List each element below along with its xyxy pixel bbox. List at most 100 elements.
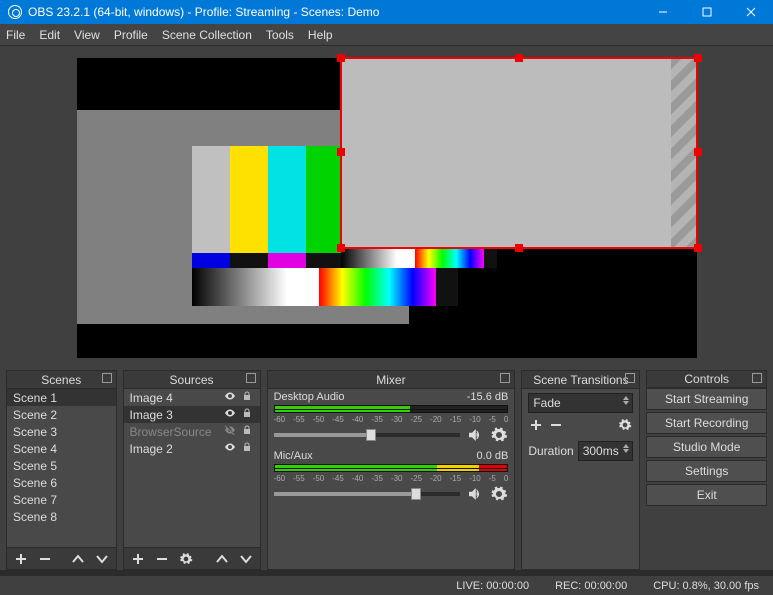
selection-handle[interactable] <box>694 244 702 252</box>
move-up-icon[interactable] <box>214 551 230 567</box>
settings-button[interactable]: Settings <box>646 460 767 482</box>
close-button[interactable] <box>729 0 773 24</box>
selection-handle[interactable] <box>337 244 345 252</box>
speaker-icon[interactable] <box>466 485 484 503</box>
volume-slider[interactable] <box>274 492 461 496</box>
source-item[interactable]: Image 2 <box>124 440 260 457</box>
popout-icon[interactable] <box>102 373 112 383</box>
menubar: File Edit View Profile Scene Collection … <box>0 24 773 46</box>
add-icon[interactable] <box>528 417 544 433</box>
menu-view[interactable]: View <box>74 28 100 42</box>
scene-item[interactable]: Scene 6 <box>7 474 116 491</box>
lock-icon[interactable] <box>240 424 254 439</box>
selection-handle[interactable] <box>337 148 345 156</box>
move-down-icon[interactable] <box>238 551 254 567</box>
scene-item[interactable]: Scene 5 <box>7 457 116 474</box>
scenes-list[interactable]: Scene 1Scene 2Scene 3Scene 4Scene 5Scene… <box>7 389 116 547</box>
add-icon[interactable] <box>13 551 29 567</box>
maximize-button[interactable] <box>685 0 729 24</box>
scene-item[interactable]: Scene 8 <box>7 508 116 525</box>
controls-header: Controls <box>646 370 767 388</box>
audio-meter <box>274 405 509 413</box>
transitions-header: Scene Transitions <box>522 371 639 389</box>
mixer-list: Desktop Audio-15.6 dB -60-55-50-45-40-35… <box>268 389 515 569</box>
move-down-icon[interactable] <box>94 551 110 567</box>
status-rec: REC: 00:00:00 <box>555 580 627 592</box>
popout-icon[interactable] <box>625 373 635 383</box>
popout-icon[interactable] <box>246 373 256 383</box>
visibility-toggle-icon[interactable] <box>223 390 237 405</box>
menu-edit[interactable]: Edit <box>39 28 60 42</box>
status-live: LIVE: 00:00:00 <box>456 580 529 592</box>
scenes-panel: Scenes Scene 1Scene 2Scene 3Scene 4Scene… <box>6 370 117 570</box>
mixer-channel: Desktop Audio-15.6 dB -60-55-50-45-40-35… <box>268 389 515 448</box>
menu-profile[interactable]: Profile <box>114 28 148 42</box>
audio-meter <box>274 464 509 472</box>
sources-tools <box>124 547 260 569</box>
sources-panel: Sources Image 4 Image 3 BrowserSource Im… <box>123 370 261 570</box>
gear-icon[interactable] <box>490 426 508 444</box>
selection-outline[interactable] <box>340 57 698 249</box>
transition-duration-spin[interactable]: 300ms <box>578 441 634 461</box>
duration-label: Duration <box>528 444 573 458</box>
remove-icon[interactable] <box>548 417 564 433</box>
menu-file[interactable]: File <box>6 28 25 42</box>
lock-icon[interactable] <box>240 441 254 456</box>
app-logo-icon <box>8 5 22 19</box>
scene-item[interactable]: Scene 1 <box>7 389 116 406</box>
menu-help[interactable]: Help <box>308 28 333 42</box>
source-item[interactable]: BrowserSource <box>124 423 260 440</box>
channel-name: Mic/Aux <box>274 450 313 462</box>
scene-item[interactable]: Scene 2 <box>7 406 116 423</box>
volume-slider[interactable] <box>274 433 461 437</box>
visibility-toggle-icon[interactable] <box>223 407 237 422</box>
gear-icon[interactable] <box>490 485 508 503</box>
start-recording-button[interactable]: Start Recording <box>646 412 767 434</box>
scene-item[interactable]: Scene 7 <box>7 491 116 508</box>
scene-item[interactable]: Scene 4 <box>7 440 116 457</box>
scenes-tools <box>7 547 116 569</box>
sources-header: Sources <box>124 371 260 389</box>
preview-area <box>0 46 773 364</box>
add-icon[interactable] <box>130 551 146 567</box>
visibility-toggle-icon[interactable] <box>223 441 237 456</box>
mixer-header: Mixer <box>268 371 515 389</box>
lock-icon[interactable] <box>240 407 254 422</box>
source-item[interactable]: Image 3 <box>124 406 260 423</box>
selection-handle[interactable] <box>694 148 702 156</box>
start-streaming-button[interactable]: Start Streaming <box>646 388 767 410</box>
transition-mode-select[interactable]: Fade <box>528 393 633 413</box>
popout-icon[interactable] <box>500 373 510 383</box>
titlebar: OBS 23.2.1 (64-bit, windows) - Profile: … <box>0 0 773 24</box>
studio-mode-button[interactable]: Studio Mode <box>646 436 767 458</box>
remove-icon[interactable] <box>154 551 170 567</box>
menu-scene-collection[interactable]: Scene Collection <box>162 28 252 42</box>
exit-button[interactable]: Exit <box>646 484 767 506</box>
selection-handle[interactable] <box>337 54 345 62</box>
status-cpu: CPU: 0.8%, 30.00 fps <box>653 580 759 592</box>
sources-list[interactable]: Image 4 Image 3 BrowserSource Image 2 <box>124 389 260 547</box>
preview-canvas[interactable] <box>77 58 697 358</box>
gear-icon[interactable] <box>178 551 194 567</box>
channel-db: -15.6 dB <box>467 391 509 403</box>
speaker-icon[interactable] <box>466 426 484 444</box>
visibility-toggle-icon[interactable] <box>223 424 237 439</box>
channel-name: Desktop Audio <box>274 391 345 403</box>
mixer-panel: Mixer Desktop Audio-15.6 dB -60-55-50-45… <box>267 370 516 570</box>
status-bar: LIVE: 00:00:00 REC: 00:00:00 CPU: 0.8%, … <box>0 575 773 595</box>
scene-item[interactable]: Scene 3 <box>7 423 116 440</box>
minimize-button[interactable] <box>641 0 685 24</box>
source-item[interactable]: Image 4 <box>124 389 260 406</box>
window-title: OBS 23.2.1 (64-bit, windows) - Profile: … <box>28 5 641 19</box>
move-up-icon[interactable] <box>70 551 86 567</box>
selection-handle[interactable] <box>515 244 523 252</box>
scenes-header: Scenes <box>7 371 116 389</box>
remove-icon[interactable] <box>37 551 53 567</box>
popout-icon[interactable] <box>752 373 762 383</box>
controls-panel: Controls Start Streaming Start Recording… <box>646 370 767 570</box>
selection-handle[interactable] <box>694 54 702 62</box>
lock-icon[interactable] <box>240 390 254 405</box>
gear-icon[interactable] <box>617 417 633 433</box>
selection-handle[interactable] <box>515 54 523 62</box>
menu-tools[interactable]: Tools <box>266 28 294 42</box>
